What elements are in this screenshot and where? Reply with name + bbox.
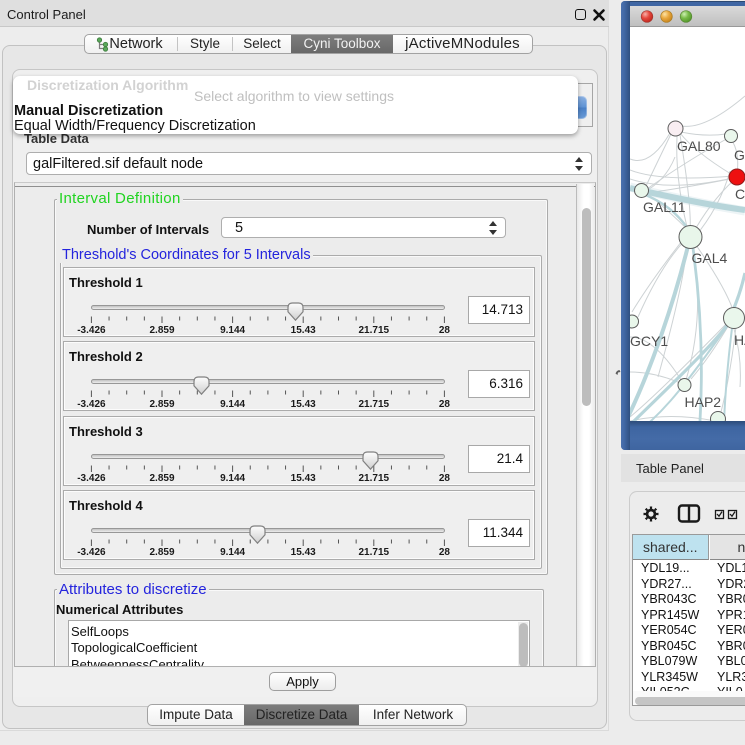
svg-text:GAL80: GAL80 [677,138,721,154]
svg-text:HA: HA [734,332,745,348]
svg-text:GA: GA [734,147,745,163]
svg-text:GAL11: GAL11 [643,199,686,215]
svg-text:HAP2: HAP2 [685,394,722,410]
svg-text:CY: CY [735,186,745,202]
svg-text:GCY1: GCY1 [630,333,668,349]
svg-text:GAL4: GAL4 [692,250,728,266]
